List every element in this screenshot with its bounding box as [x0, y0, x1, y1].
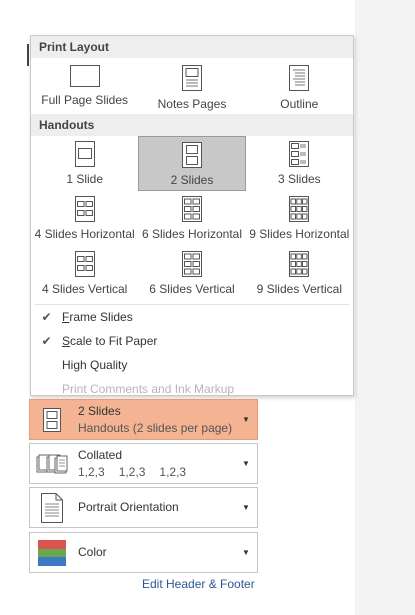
color-swatch-icon [38, 539, 66, 566]
right-pane-background [355, 0, 415, 615]
handout-2-slides-icon [182, 142, 202, 168]
print-layout-item-label: Full Page Slides [41, 93, 129, 107]
print-layout-setting-button[interactable]: 2 Slides Handouts (2 slides per page) ▼ [29, 399, 258, 440]
handout-9-slides-horizontal[interactable]: 9 Slides Horizontal [246, 191, 353, 246]
handout-4-slides-vertical[interactable]: 4 Slides Vertical [31, 246, 138, 301]
scale-to-fit-option[interactable]: ✔ Scale to Fit Paper [31, 329, 353, 353]
handout-label: 1 Slide [66, 172, 104, 186]
handout-1-slide[interactable]: 1 Slide [31, 136, 138, 191]
print-layout-row: Full Page Slides Notes Pages Outline [31, 58, 353, 114]
collate-setting-title: Collated [78, 447, 123, 462]
handout-9-horizontal-icon [289, 196, 310, 222]
frame-slides-label: Frame Slides [62, 310, 133, 324]
handout-4-vertical-icon [74, 251, 95, 277]
check-icon: ✔ [41, 310, 52, 324]
handout-2-slides[interactable]: 2 Slides [138, 136, 246, 191]
dropdown-arrow-icon: ▼ [242, 503, 250, 512]
high-quality-label: High Quality [62, 358, 128, 372]
handout-label: 4 Slides Horizontal [34, 227, 135, 241]
outline-icon [289, 65, 310, 91]
handout-label: 9 Slides Vertical [256, 282, 343, 296]
color-setting-button[interactable]: Color ▼ [29, 532, 258, 573]
orientation-setting-button[interactable]: Portrait Orientation ▼ [29, 487, 258, 528]
handout-9-vertical-icon [289, 251, 310, 277]
handout-4-slides-horizontal[interactable]: 4 Slides Horizontal [31, 191, 138, 246]
notes-pages-icon [181, 65, 202, 91]
print-layout-notes-pages[interactable]: Notes Pages [138, 58, 245, 114]
handouts-row: 1 Slide 2 Slides 3 Slides [31, 136, 353, 191]
check-icon: ✔ [41, 334, 52, 348]
portrait-page-icon [41, 492, 63, 523]
handout-label: 4 Slides Vertical [41, 282, 128, 296]
dropdown-arrow-icon: ▼ [242, 415, 250, 424]
print-comments-label: Print Comments and Ink Markup [62, 382, 235, 396]
collated-pages-icon [36, 454, 68, 473]
high-quality-option[interactable]: High Quality [31, 353, 353, 377]
handout-label: 2 Slides [170, 173, 214, 187]
handout-9-slides-vertical[interactable]: 9 Slides Vertical [246, 246, 353, 301]
left-edge-marker [27, 44, 29, 66]
print-layout-outline[interactable]: Outline [246, 58, 353, 114]
handout-label: 3 Slides [277, 172, 321, 186]
full-page-slide-icon [69, 65, 100, 87]
edit-header-footer-link[interactable]: Edit Header & Footer [142, 577, 255, 591]
handout-6-slides-horizontal[interactable]: 6 Slides Horizontal [138, 191, 245, 246]
handout-label: 6 Slides Horizontal [141, 227, 243, 241]
collate-sequence: 1,2,3 1,2,3 1,2,3 [78, 464, 187, 479]
frame-slides-option[interactable]: ✔ Frame Slides [31, 305, 353, 329]
print-layout-dropdown: Print Layout Full Page Slides Notes Page… [30, 35, 354, 396]
handout-label: 6 Slides Vertical [149, 282, 235, 296]
handout-6-horizontal-icon [181, 196, 202, 222]
handout-3-slides-icon [289, 141, 310, 167]
print-layout-item-label: Notes Pages [157, 97, 227, 111]
print-layout-item-label: Outline [280, 97, 319, 111]
scale-to-fit-label: Scale to Fit Paper [62, 334, 158, 348]
layout-setting-subtitle: Handouts (2 slides per page) [78, 420, 233, 435]
collate-setting-button[interactable]: Collated 1,2,3 1,2,3 1,2,3 ▼ [29, 443, 258, 484]
handout-6-vertical-icon [181, 251, 202, 277]
handout-label: 9 Slides Horizontal [249, 227, 350, 241]
handout-6-slides-vertical[interactable]: 6 Slides Vertical [138, 246, 245, 301]
dropdown-arrow-icon: ▼ [242, 459, 250, 468]
handouts-row: 4 Slides Horizontal 6 Slides Horizontal [31, 191, 353, 246]
print-comments-option: Print Comments and Ink Markup [31, 377, 353, 401]
orientation-setting-title: Portrait Orientation [78, 500, 179, 514]
handouts-header: Handouts [31, 114, 353, 136]
handout-1-slide-icon [74, 141, 95, 167]
handout-4-horizontal-icon [74, 196, 95, 222]
handouts-row: 4 Slides Vertical 6 Slides Vertical 9 Sl… [31, 246, 353, 301]
print-layout-full-page-slides[interactable]: Full Page Slides [31, 58, 138, 114]
color-setting-title: Color [78, 545, 107, 559]
print-layout-header: Print Layout [31, 36, 353, 58]
handout-3-slides[interactable]: 3 Slides [246, 136, 353, 191]
dropdown-arrow-icon: ▼ [242, 548, 250, 557]
layout-setting-title: 2 Slides [78, 403, 121, 418]
handout-2-slides-icon [43, 407, 61, 432]
